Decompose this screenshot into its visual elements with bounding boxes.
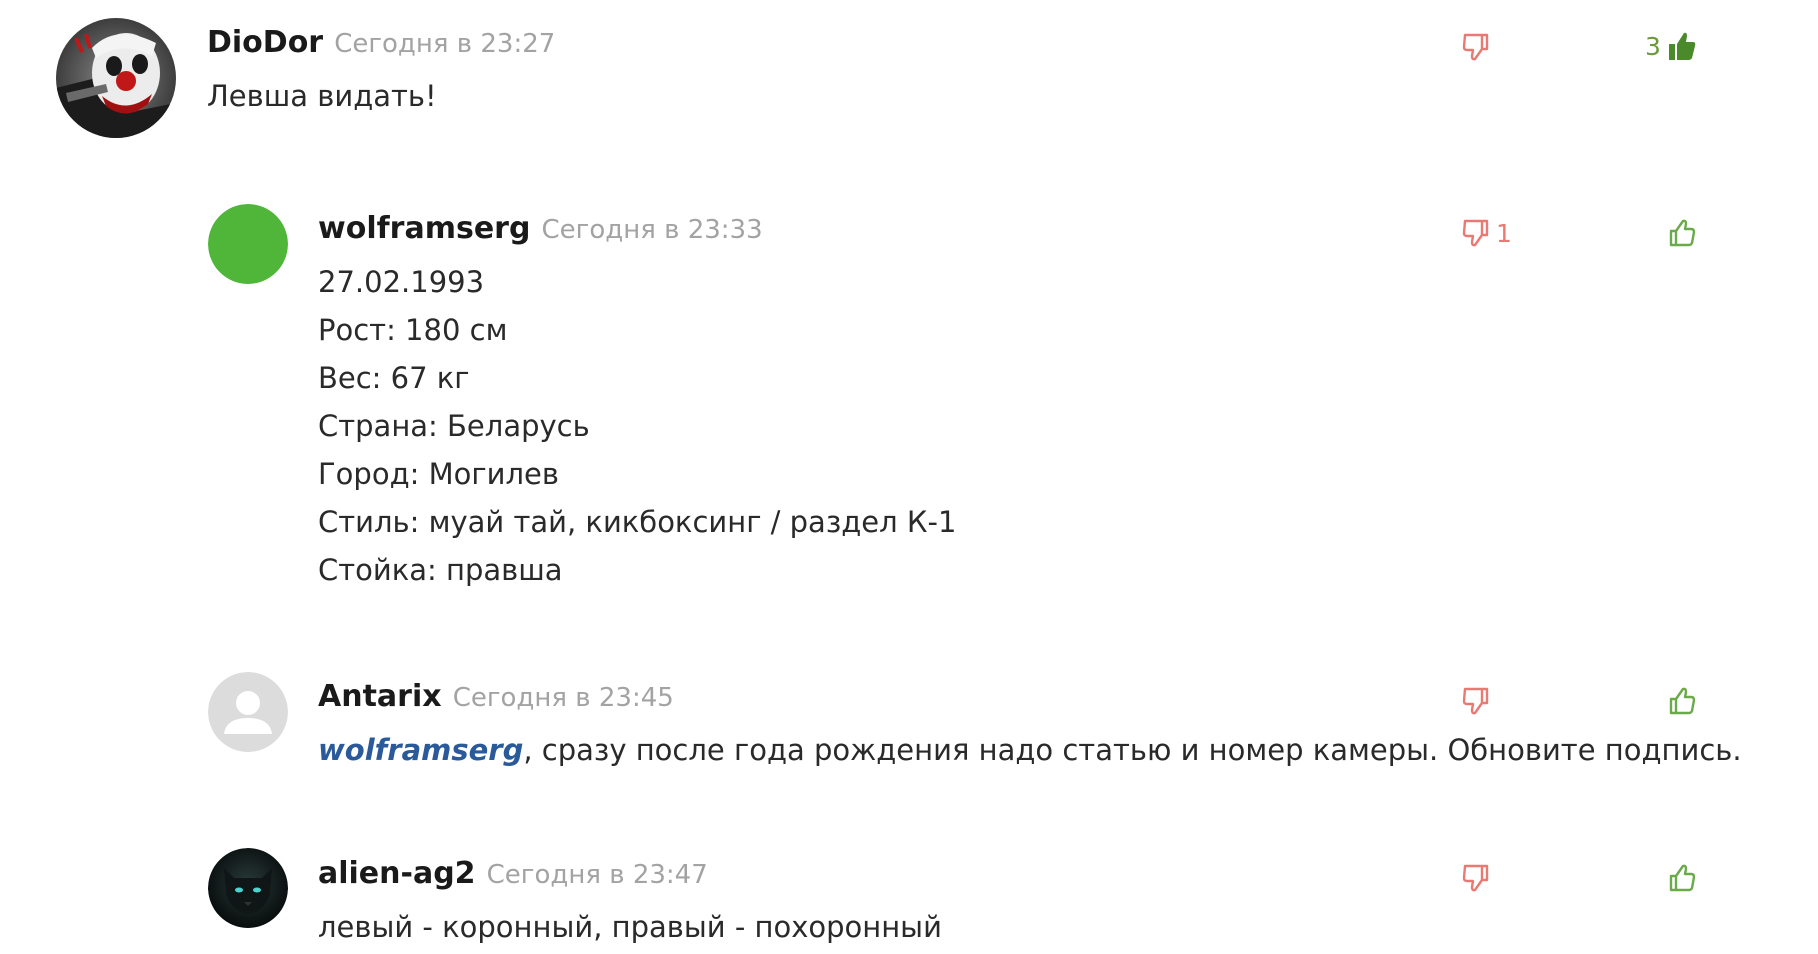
thumbs-up-icon xyxy=(1669,219,1696,247)
black-panther-avatar-icon xyxy=(208,848,288,928)
comment-line: wolframserg, сразу после года рождения н… xyxy=(318,726,1742,774)
comment-line: левый - коронный, правый - похоронный xyxy=(318,910,942,944)
like-button[interactable] xyxy=(1668,863,1696,893)
comment-text: Левша видать! xyxy=(207,72,437,120)
timestamp: Сегодня в 23:47 xyxy=(486,860,708,890)
author-name[interactable]: alien-ag2 xyxy=(318,856,476,891)
avatar[interactable] xyxy=(208,672,288,752)
avatar[interactable] xyxy=(56,18,176,138)
mention-link[interactable]: wolframserg xyxy=(318,733,523,767)
comment-line: Страна: Беларусь xyxy=(318,409,590,443)
clown-avatar-icon xyxy=(56,18,176,138)
avatar[interactable] xyxy=(208,848,288,928)
comment-text: 27.02.1993 Рост: 180 см Вес: 67 кг Стран… xyxy=(318,258,956,594)
comment-text: левый - коронный, правый - похоронный xyxy=(318,903,942,951)
comment-header: DioDor Сегодня в 23:27 xyxy=(207,28,555,58)
comment-header: alien-ag2 Сегодня в 23:47 xyxy=(318,859,708,889)
thumbs-up-icon xyxy=(1669,864,1696,892)
like-button[interactable] xyxy=(1668,686,1696,716)
thumbs-up-filled-icon xyxy=(1668,32,1696,60)
like-button[interactable]: 3 xyxy=(1645,30,1697,62)
comment-line: Стойка: правша xyxy=(318,553,563,587)
author-name[interactable]: DioDor xyxy=(207,25,323,60)
dislike-button[interactable] xyxy=(1462,686,1490,716)
thumbs-down-icon xyxy=(1462,219,1489,247)
like-button[interactable] xyxy=(1668,218,1696,248)
comment-line: Рост: 180 см xyxy=(318,313,508,347)
default-user-avatar-icon xyxy=(208,672,288,752)
comment-line: Левша видать! xyxy=(207,79,437,113)
thumbs-up-icon xyxy=(1669,687,1696,715)
comment-line: Город: Могилев xyxy=(318,457,559,491)
timestamp: Сегодня в 23:33 xyxy=(541,215,763,245)
author-name[interactable]: wolframserg xyxy=(318,211,530,246)
dislike-button[interactable] xyxy=(1462,32,1490,62)
comment-line: 27.02.1993 xyxy=(318,265,485,299)
timestamp: Сегодня в 23:27 xyxy=(334,29,556,59)
like-count: 3 xyxy=(1645,31,1661,61)
author-name[interactable]: Antarix xyxy=(318,679,442,714)
comment-line: Вес: 67 кг xyxy=(318,361,470,395)
comment-text: wolframserg, сразу после года рождения н… xyxy=(318,726,1742,774)
dislike-button[interactable] xyxy=(1462,863,1490,893)
thumbs-down-icon xyxy=(1462,864,1489,892)
comment-line: Стиль: муай тай, кикбоксинг / раздел К-1 xyxy=(318,505,957,539)
green-circle-avatar-icon xyxy=(208,204,288,284)
comment-header: Antarix Сегодня в 23:45 xyxy=(318,682,674,712)
dislike-button[interactable]: 1 xyxy=(1462,218,1512,248)
comment-header: wolframserg Сегодня в 23:33 xyxy=(318,214,763,244)
thumbs-down-icon xyxy=(1462,687,1489,715)
timestamp: Сегодня в 23:45 xyxy=(452,683,674,713)
avatar[interactable] xyxy=(208,204,288,284)
thumbs-down-icon xyxy=(1462,33,1489,61)
dislike-count: 1 xyxy=(1496,218,1512,248)
comment-line-text: , сразу после года рождения надо статью … xyxy=(523,733,1742,767)
